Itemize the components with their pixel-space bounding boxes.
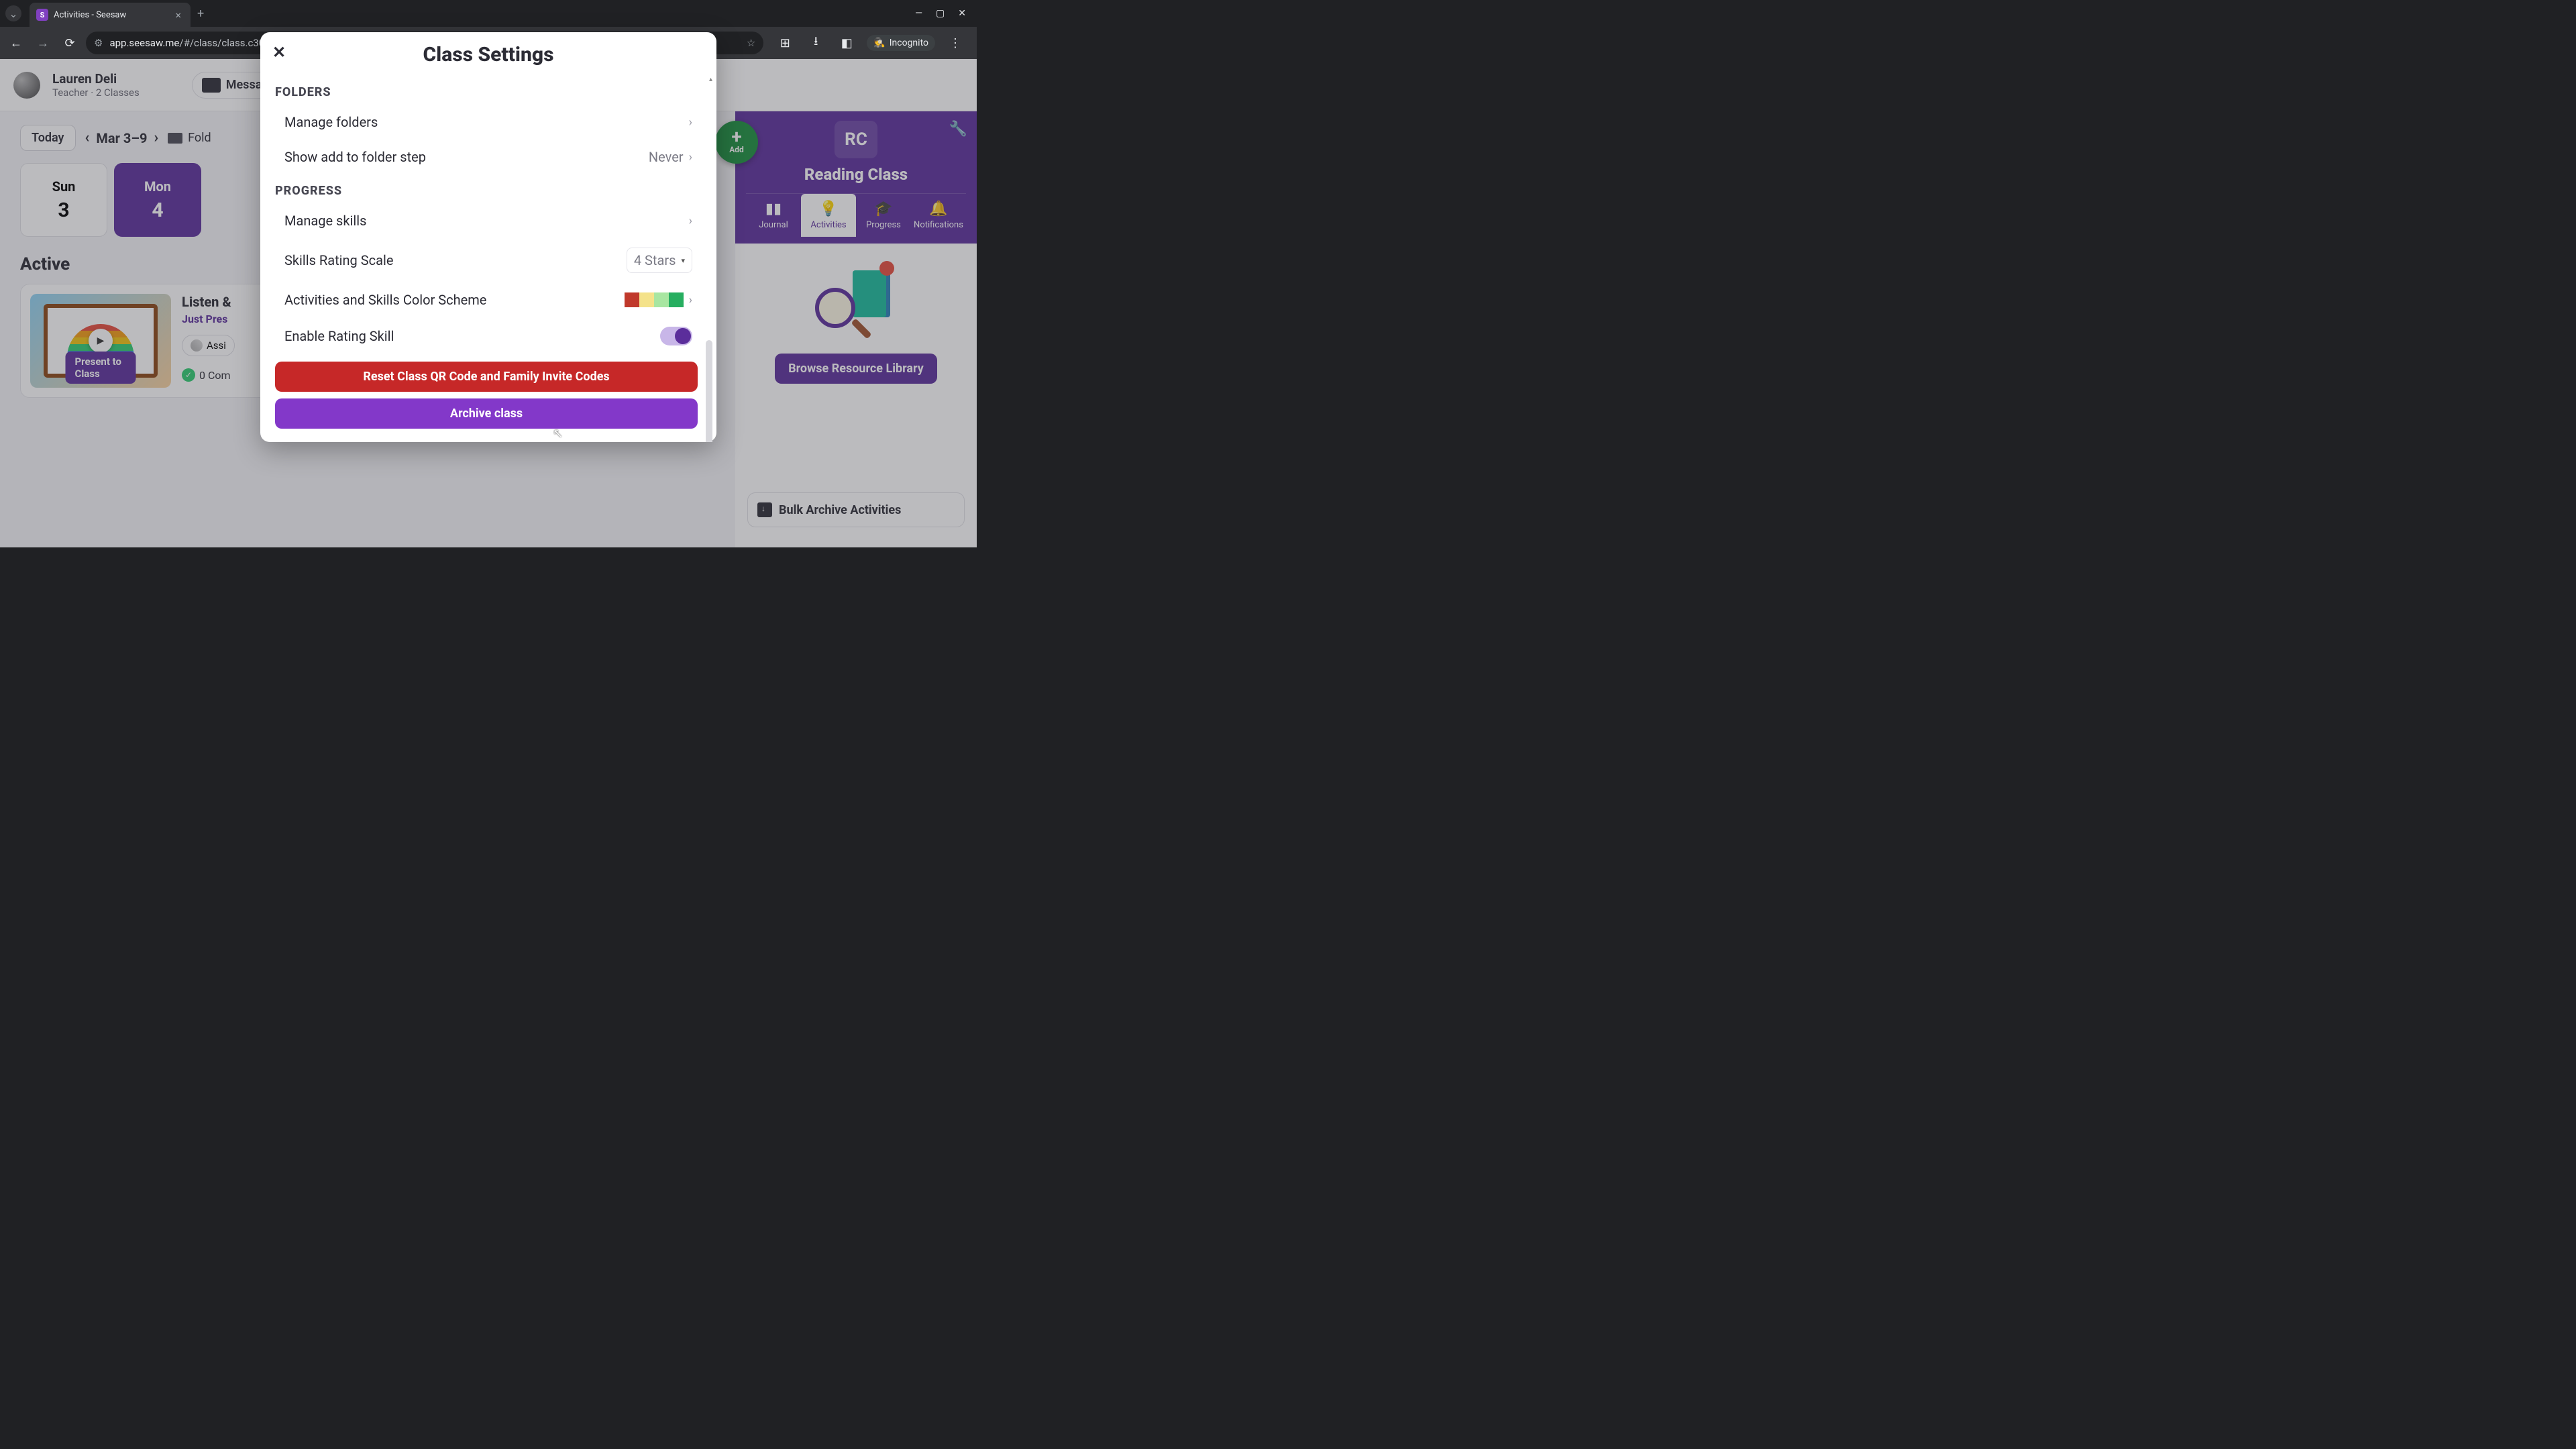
sidepanel-icon[interactable]: ◧ (836, 32, 857, 54)
seesaw-favicon-icon: S (36, 9, 48, 21)
downloads-icon[interactable]: ⭳ (805, 32, 826, 54)
archive-class-button[interactable]: Archive class (275, 398, 698, 429)
back-button[interactable]: ← (5, 32, 27, 54)
incognito-label: Incognito (890, 38, 928, 48)
chevron-down-icon: ▾ (681, 256, 685, 265)
bookmark-icon[interactable]: ☆ (747, 37, 755, 49)
row-manage-skills[interactable]: Manage skills › (275, 203, 698, 238)
row-label: Show add to folder step (284, 149, 426, 165)
enable-rating-toggle[interactable] (660, 327, 692, 345)
row-label: Manage skills (284, 213, 366, 229)
row-label: Activities and Skills Color Scheme (284, 292, 486, 308)
row-label: Skills Rating Scale (284, 252, 393, 268)
chevron-right-icon: › (689, 293, 692, 307)
row-enable-rating: Enable Rating Skill (275, 317, 698, 355)
modal-scrollbar[interactable] (706, 340, 712, 442)
rating-scale-select[interactable]: 4 Stars ▾ (627, 248, 692, 273)
close-modal-icon[interactable]: ✕ (272, 43, 286, 62)
scroll-up-icon[interactable]: ▴ (709, 76, 712, 83)
new-tab-button[interactable]: + (191, 7, 211, 21)
row-label: Enable Rating Skill (284, 328, 394, 344)
maximize-icon[interactable]: ▢ (936, 8, 945, 19)
minimize-icon[interactable]: — (915, 8, 922, 19)
row-value: 4 Stars (634, 252, 676, 268)
site-info-icon[interactable]: ⚙ (94, 37, 103, 49)
row-skills-rating-scale: Skills Rating Scale 4 Stars ▾ (275, 238, 698, 282)
row-manage-folders[interactable]: Manage folders › (275, 105, 698, 140)
close-window-icon[interactable]: ✕ (958, 8, 966, 19)
chevron-right-icon: › (689, 150, 692, 164)
browser-menu-icon[interactable]: ⋮ (945, 32, 966, 54)
chevron-right-icon: › (689, 214, 692, 228)
row-label: Manage folders (284, 114, 378, 130)
extensions-icon[interactable]: ⊞ (774, 32, 796, 54)
chevron-right-icon: › (689, 115, 692, 129)
incognito-icon: 🕵 (873, 38, 885, 48)
section-folders: FOLDERS (275, 85, 698, 99)
tab-title: Activities - Seesaw (54, 10, 172, 20)
tab-search-icon[interactable]: ⌄ (5, 5, 21, 21)
reload-button[interactable]: ⟳ (59, 32, 80, 54)
close-tab-icon[interactable]: × (172, 9, 184, 21)
class-settings-modal: ✕ Class Settings ▴ FOLDERS Manage folder… (260, 32, 716, 442)
forward-button: → (32, 32, 54, 54)
modal-title: Class Settings (274, 43, 703, 66)
row-value: Never (649, 149, 684, 165)
incognito-badge[interactable]: 🕵 Incognito (867, 35, 935, 51)
window-controls: — ▢ ✕ (915, 8, 971, 19)
color-swatches (625, 292, 684, 307)
row-color-scheme[interactable]: Activities and Skills Color Scheme › (275, 282, 698, 317)
browser-titlebar: ⌄ S Activities - Seesaw × + — ▢ ✕ (0, 0, 977, 27)
row-show-add-to-folder[interactable]: Show add to folder step Never › (275, 140, 698, 174)
browser-tab[interactable]: S Activities - Seesaw × (30, 3, 191, 27)
section-progress: PROGRESS (275, 184, 698, 198)
reset-codes-button[interactable]: Reset Class QR Code and Family Invite Co… (275, 362, 698, 392)
